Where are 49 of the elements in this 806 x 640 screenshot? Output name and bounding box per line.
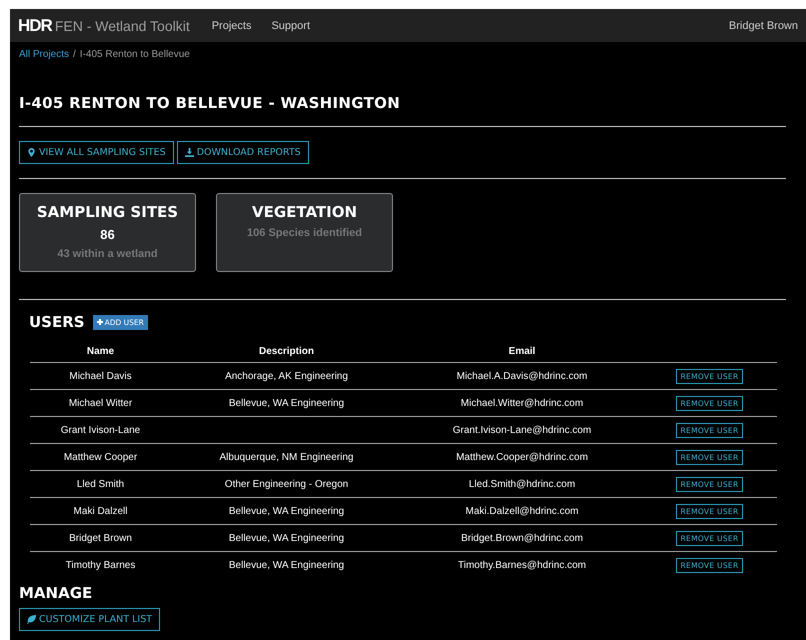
table-cell-text: Matthew Cooper <box>62 452 138 462</box>
table-cell-text: Other Engineering - Oregon <box>224 478 350 490</box>
table-cell-text: Michael.A.Davis@hdrinc.com <box>456 370 588 382</box>
table-cell-text: Maki.Dalzell@hdrinc.com <box>464 506 580 516</box>
table-cell-text: Michael Witter <box>68 398 134 408</box>
table-cell-text: Lled.Smith@hdrinc.com <box>468 478 576 490</box>
nav-link[interactable]: Projects <box>212 20 252 32</box>
plus-icon <box>96 319 103 325</box>
breadcrumb-link[interactable]: All Projects <box>19 49 70 60</box>
table-cell-text: Michael.Witter@hdrinc.com <box>460 398 584 408</box>
table-cell-text: Michael Davis <box>68 370 133 382</box>
table-cell-text: Bellevue, WA Engineering <box>228 532 346 544</box>
action-button[interactable]: DOWNLOAD REPORTS <box>176 141 309 164</box>
breadcrumb-separator: / <box>73 49 76 60</box>
stat-title: VEGETATION <box>252 203 358 221</box>
stat-title: SAMPLING SITES <box>36 203 178 221</box>
stat-value: 86 <box>100 227 115 242</box>
nav-link[interactable]: Support <box>271 20 310 32</box>
table-cell-text: Bellevue, WA Engineering <box>228 506 346 516</box>
download-icon <box>184 148 194 157</box>
breadcrumb-current: I-405 Renton to Bellevue <box>80 49 190 60</box>
column-header: Name <box>86 346 116 356</box>
customize-button[interactable]: CUSTOMIZE PLANT LIST <box>19 608 160 631</box>
table-cell-text: Bridget.Brown@hdrinc.com <box>460 532 584 544</box>
table-cell-text: Timothy.Barnes@hdrinc.com <box>457 560 587 570</box>
table-cell-text: Maki Dalzell <box>72 506 128 516</box>
table-cell-text: Bridget Brown <box>68 532 133 544</box>
table-cell-text: Lled Smith <box>76 478 126 490</box>
map-pin-icon <box>27 148 36 157</box>
table-cell-text: Timothy Barnes <box>64 560 136 570</box>
table-cell-text: Matthew.Cooper@hdrinc.com <box>455 452 589 462</box>
table-cell-text: Bellevue, WA Engineering <box>228 398 346 408</box>
table-cell-text: Grant Ivison-Lane <box>60 424 142 436</box>
section-heading: MANAGE <box>19 584 94 602</box>
logo[interactable]: HDR <box>18 16 52 36</box>
app-title: FEN - Wetland Toolkit <box>54 18 190 34</box>
user-name[interactable]: Bridget Brown <box>728 20 798 32</box>
table-cell-text: Bellevue, WA Engineering <box>228 560 346 570</box>
column-header: Description <box>258 346 315 356</box>
stat-note: 106 Species identified <box>247 227 362 239</box>
column-header: Email <box>508 346 536 356</box>
stat-note: 43 within a wetland <box>57 248 158 260</box>
table-cell-text: Anchorage, AK Engineering <box>224 370 349 382</box>
section-heading: USERS <box>29 313 85 331</box>
page-title: I-405 RENTON TO BELLEVUE - WASHINGTON <box>19 94 402 112</box>
table-cell-text: Albuquerque, NM Engineering <box>218 452 354 462</box>
action-button[interactable]: VIEW ALL SAMPLING SITES <box>19 141 174 164</box>
table-cell-text: Grant.Ivison-Lane@hdrinc.com <box>452 424 592 436</box>
leaf-icon <box>27 615 36 624</box>
